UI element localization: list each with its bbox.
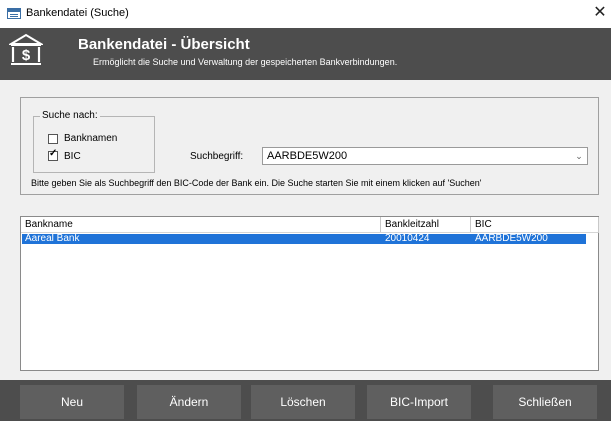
bic-import-button[interactable]: BIC-Import	[367, 385, 471, 419]
page-title: Bankendatei - Übersicht	[78, 36, 250, 53]
search-type-label: Suche nach:	[40, 110, 100, 121]
search-type-group	[33, 116, 155, 173]
cell-bankleitzahl: 20010424	[385, 233, 430, 244]
cell-bankname: Aareal Bank	[25, 233, 80, 244]
table-row[interactable]: Aareal Bank 20010424 AARBDE5W200	[22, 233, 586, 244]
search-term-label: Suchbegriff:	[190, 151, 244, 162]
new-button[interactable]: Neu	[20, 385, 124, 419]
chevron-down-icon[interactable]: ⌄	[571, 148, 587, 164]
page-subtitle: Ermöglicht die Suche und Verwaltung der …	[93, 57, 398, 67]
search-term-value: AARBDE5W200	[267, 150, 348, 162]
column-header-bankleitzahl[interactable]: Bankleitzahl	[381, 217, 471, 233]
svg-text:$: $	[22, 47, 31, 64]
banknamen-label: Banknamen	[64, 133, 118, 144]
search-hint: Bitte geben Sie als Suchbegriff den BIC-…	[31, 178, 482, 188]
bank-dollar-icon: $	[9, 33, 43, 65]
column-header-bankname[interactable]: Bankname	[21, 217, 381, 233]
search-term-combobox[interactable]: AARBDE5W200 ⌄	[262, 147, 588, 165]
title-bar: Bankendatei (Suche) ✕	[0, 0, 611, 28]
cell-bic: AARBDE5W200	[475, 233, 548, 244]
app-window-icon	[7, 8, 21, 19]
page-header: $ Bankendatei - Übersicht Ermöglicht die…	[0, 28, 611, 80]
bic-checkbox[interactable]	[48, 148, 58, 161]
close-dialog-button[interactable]: Schließen	[493, 385, 597, 419]
results-list[interactable]: Bankname Bankleitzahl BIC Aareal Bank 20…	[20, 216, 599, 371]
edit-button[interactable]: Ändern	[137, 385, 241, 419]
delete-button[interactable]: Löschen	[251, 385, 355, 419]
bic-label: BIC	[64, 151, 81, 162]
close-button[interactable]: ✕	[590, 3, 610, 23]
banknamen-checkbox[interactable]	[48, 134, 58, 144]
window-title: Bankendatei (Suche)	[26, 7, 129, 19]
column-header-bic[interactable]: BIC	[471, 217, 599, 233]
